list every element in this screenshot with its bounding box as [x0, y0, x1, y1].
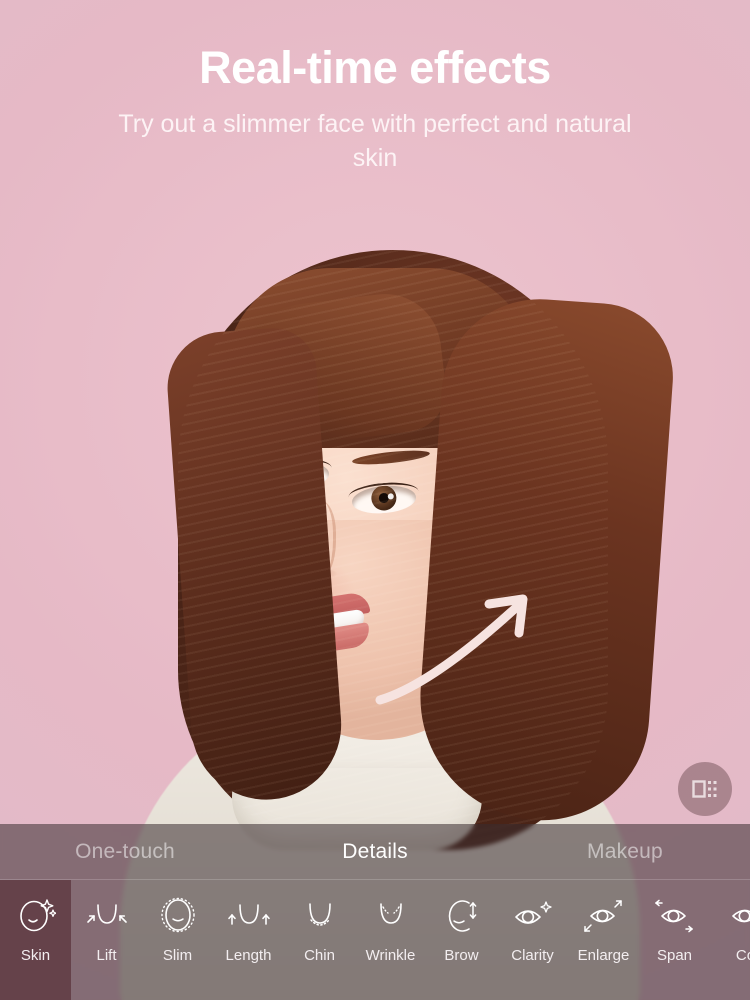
tool-chin[interactable]: Chin: [284, 880, 355, 1000]
before-after-compare-icon: [692, 780, 717, 798]
face-brow-updown-icon: [439, 892, 485, 938]
tool-enlarge[interactable]: Enlarge: [568, 880, 639, 1000]
tab-makeup[interactable]: Makeup: [500, 840, 750, 864]
tool-clarity[interactable]: Clarity: [497, 880, 568, 1000]
tool-brow[interactable]: Brow: [426, 880, 497, 1000]
eye-diagonal-arrows-icon: [581, 892, 627, 938]
tool-label: Length: [225, 947, 272, 964]
compare-button[interactable]: [678, 762, 732, 816]
eye-corner-arrow-icon: [723, 892, 750, 938]
tool-label: Span: [656, 947, 693, 964]
hair-strand-texture: [178, 250, 608, 850]
tool-label: Skin: [20, 947, 51, 964]
eye-sparkle-icon: [510, 892, 556, 938]
tool-label: Slim: [162, 947, 193, 964]
tab-bar: One-touch Details Makeup: [0, 824, 750, 880]
jaw-length-arrows-icon: [226, 892, 272, 938]
face-sparkle-icon: [13, 892, 59, 938]
tool-wrinkle[interactable]: Wrinkle: [355, 880, 426, 1000]
tool-label: Wrinkle: [365, 947, 416, 964]
tool-label: Lift: [96, 947, 117, 964]
tool-span[interactable]: Span: [639, 880, 710, 1000]
tool-label: Chin: [304, 947, 335, 964]
tab-one-touch[interactable]: One-touch: [0, 840, 250, 864]
tool-slim[interactable]: Slim: [142, 880, 213, 1000]
tool-skin[interactable]: Skin: [0, 880, 71, 1000]
tab-details[interactable]: Details: [250, 840, 500, 864]
tool-label: Brow: [444, 947, 479, 964]
app-root: Real-time effects Try out a slimmer face…: [0, 0, 750, 1000]
tool-label: Clarity: [511, 947, 554, 964]
tool-corner[interactable]: Co: [710, 880, 750, 1000]
face-slim-oval-icon: [155, 892, 201, 938]
jaw-lift-arrows-icon: [84, 892, 130, 938]
eye-horizontal-arrows-icon: [652, 892, 698, 938]
wrinkle-dots-icon: [368, 892, 414, 938]
tool-lift[interactable]: Lift: [71, 880, 142, 1000]
tool-label: Enlarge: [577, 947, 630, 964]
tool-strip[interactable]: Skin Lift Slim Length Chin Wrinkle Brow …: [0, 880, 750, 1000]
bottom-panel: One-touch Details Makeup Skin Lift Slim …: [0, 824, 750, 1000]
chin-curve-icon: [297, 892, 343, 938]
tool-length[interactable]: Length: [213, 880, 284, 1000]
tool-label: Co: [735, 947, 750, 964]
